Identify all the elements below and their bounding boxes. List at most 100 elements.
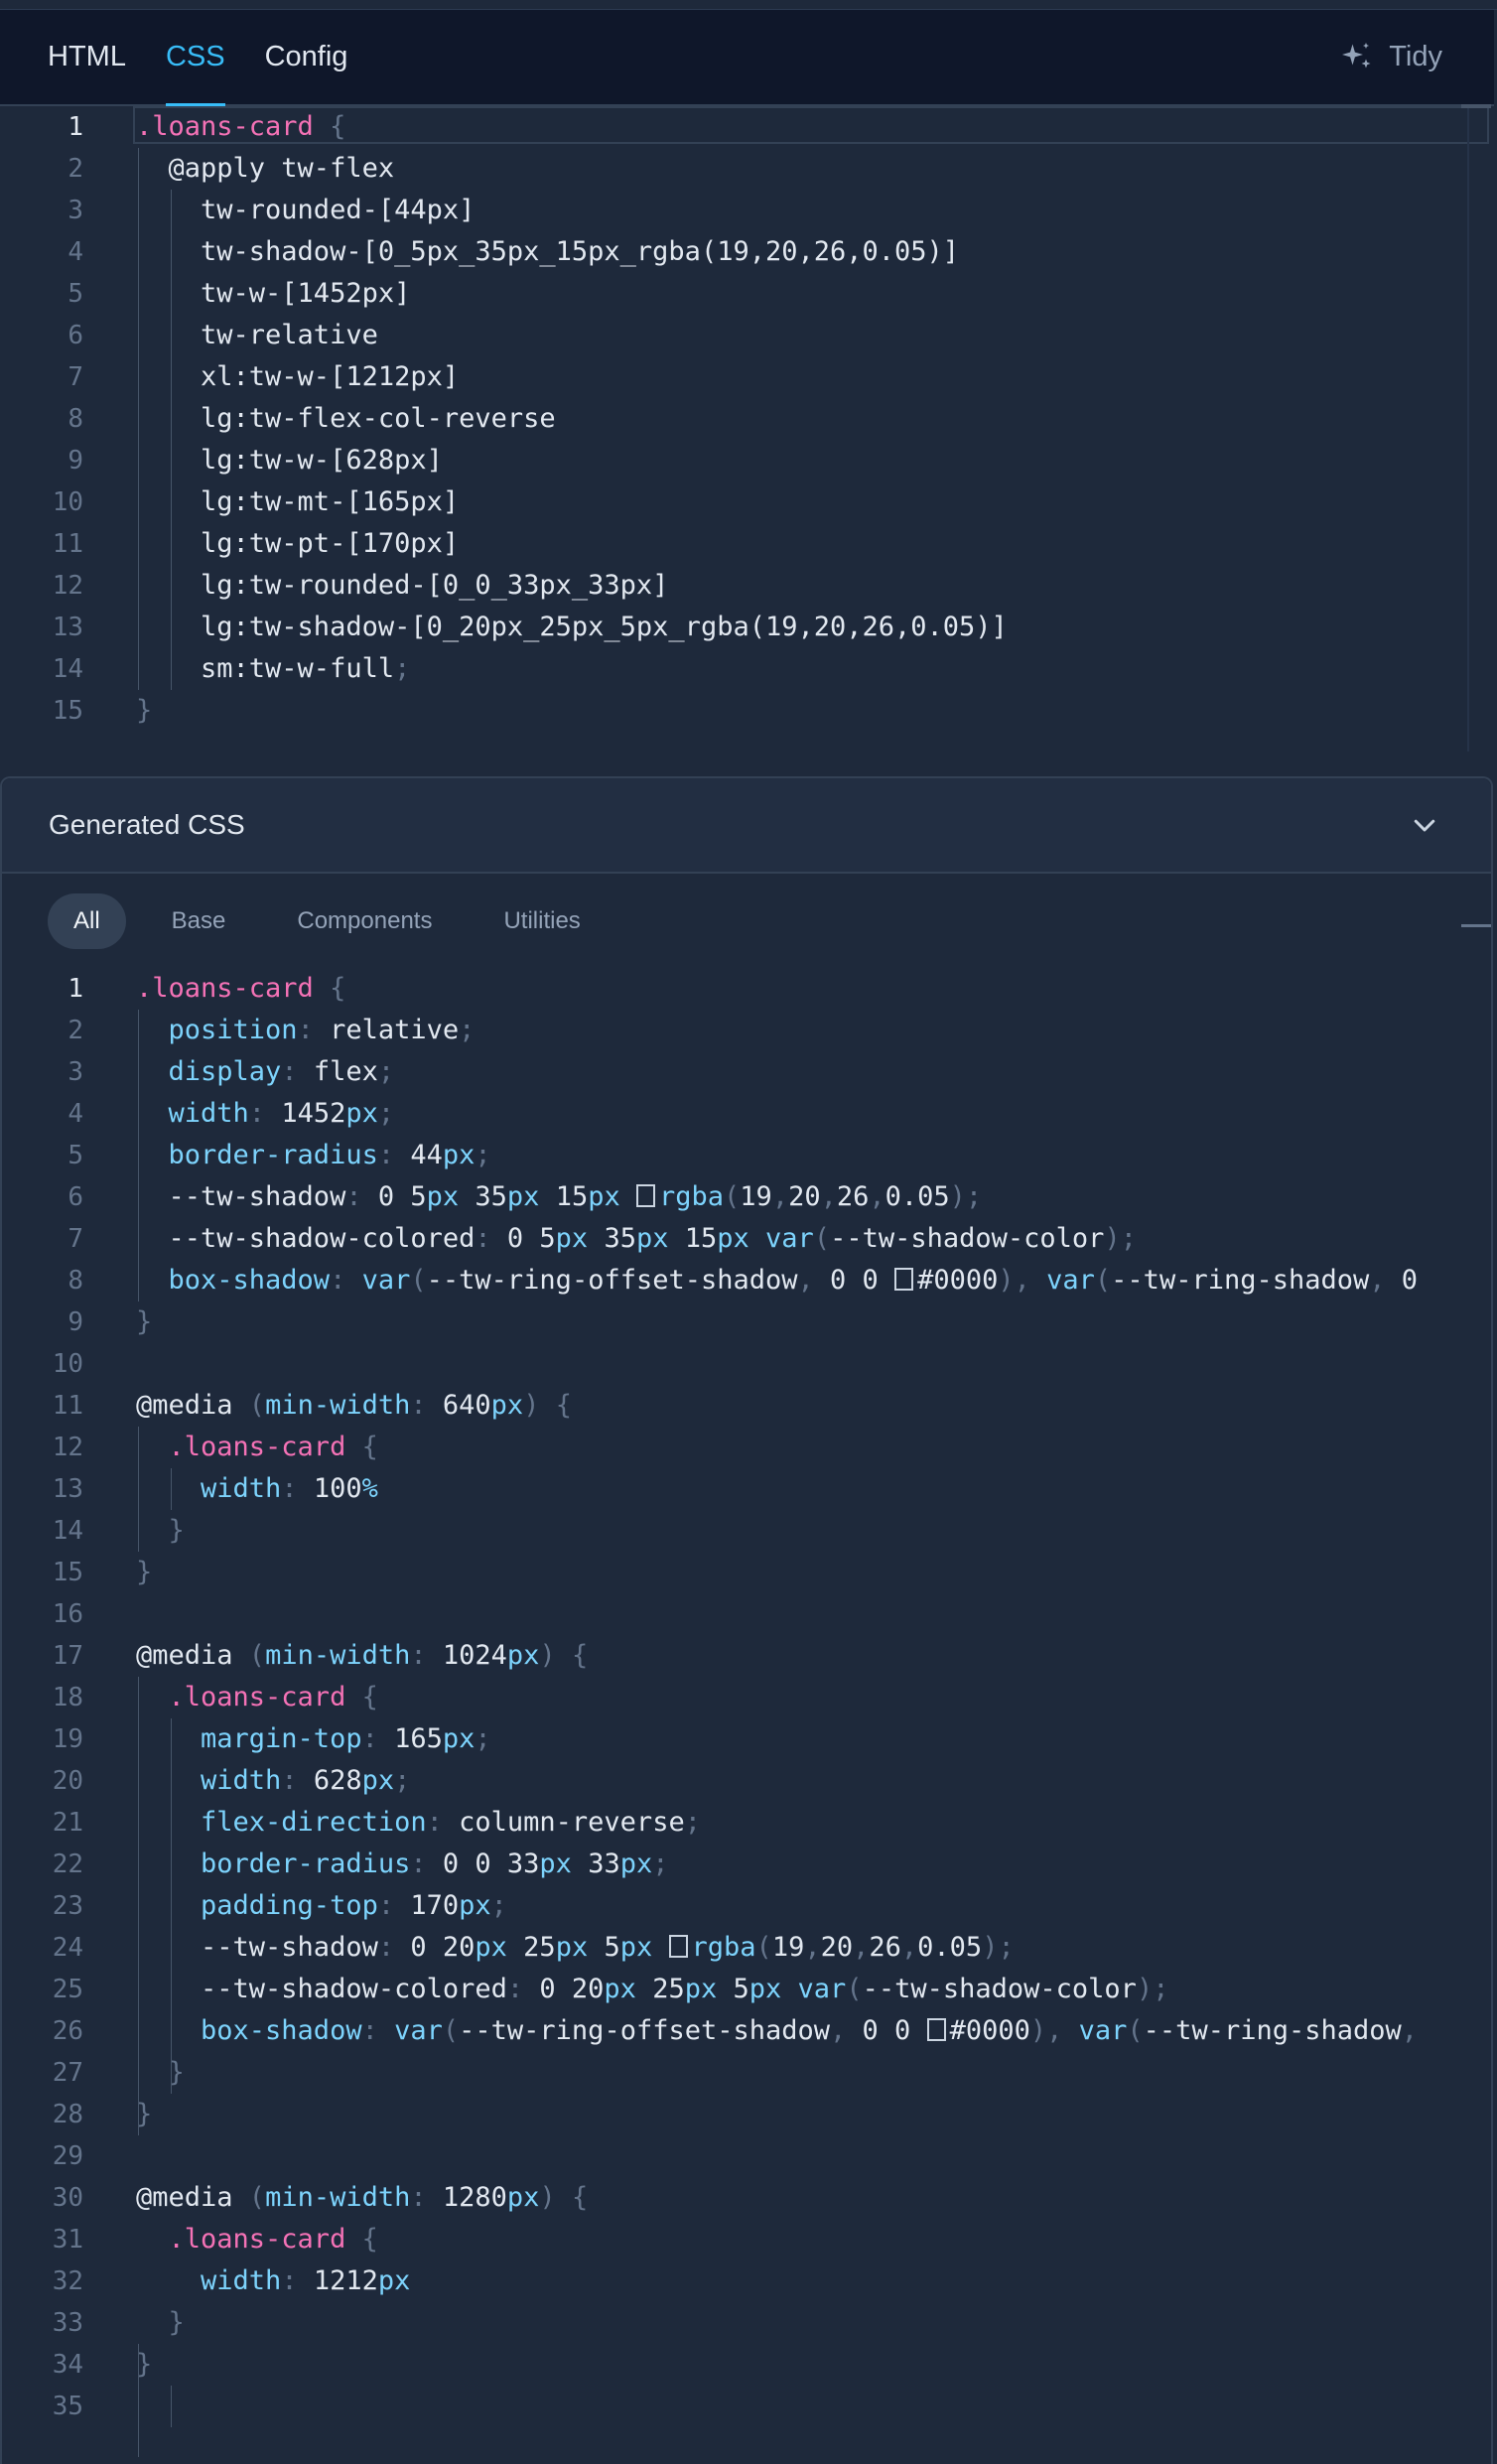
code-text: }: [136, 1552, 152, 1593]
code-token: (: [442, 2015, 460, 2046]
code-token: px: [635, 1223, 685, 1254]
generated-scroll-thumb[interactable]: [1461, 924, 1491, 927]
code-token: (: [724, 1181, 741, 1212]
code-token: box-shadow: [136, 1265, 331, 1296]
tab-html[interactable]: HTML: [48, 10, 126, 104]
code-token: }: [136, 1306, 153, 1337]
color-swatch-icon[interactable]: [926, 2018, 946, 2041]
color-swatch-icon[interactable]: [894, 1268, 914, 1291]
code-text: box-shadow: var(--tw-ring-offset-shadow,…: [136, 1260, 1419, 1301]
code-line: 11 @media (min-width: 640px) {: [0, 1385, 1469, 1427]
code-token: sm:tw-w-full: [136, 653, 395, 684]
code-token: px: [555, 1932, 605, 1963]
line-number: 11: [52, 529, 83, 559]
code-text: tw-relative: [136, 315, 378, 356]
line-number: 2: [68, 1016, 83, 1045]
code-text: .loans-card {: [136, 968, 345, 1010]
sparkles-icon: [1342, 42, 1371, 68]
code-line: 10 lg:tw-mt-[165px]: [0, 481, 1469, 523]
code-text: @media (min-width: 1024px) {: [136, 1635, 588, 1677]
line-number: 25: [52, 1975, 83, 2004]
code-token: lg:tw-shadow-[0_20px_25px_5px_rgba(19,20…: [136, 612, 1008, 642]
code-token: :: [506, 1974, 540, 2004]
chevron-down-icon[interactable]: [1410, 810, 1439, 840]
tab-css[interactable]: CSS: [165, 10, 225, 106]
indent-guide: [138, 1010, 139, 1301]
code-token: var: [797, 1974, 847, 2004]
line-number: 14: [52, 1516, 83, 1546]
filter-utilities[interactable]: Utilities: [477, 893, 606, 949]
code-token: px: [459, 1890, 491, 1921]
code-token: 0.05: [885, 1181, 950, 1212]
code-line: 1 .loans-card {: [0, 968, 1469, 1010]
code-token: 19: [740, 1181, 772, 1212]
css-source-editor[interactable]: 1 .loans-card {2 @apply tw-flex 3 tw-round…: [0, 106, 1469, 752]
code-line: 15}: [0, 690, 1469, 732]
code-token: .loans-card: [136, 2224, 346, 2255]
code-token: border-radius: [136, 1848, 411, 1879]
code-token: (: [1127, 2015, 1144, 2046]
code-token: #0000: [917, 1265, 999, 1296]
code-token: .loans-card: [136, 973, 314, 1004]
generated-css-header[interactable]: Generated CSS: [2, 778, 1491, 874]
code-token: 0 0: [830, 1265, 895, 1296]
code-token: px: [604, 1974, 653, 2004]
code-token: 640: [442, 1390, 491, 1421]
code-text: position: relative;: [136, 1010, 476, 1051]
line-number: 7: [68, 362, 83, 392]
filter-components[interactable]: Components: [271, 893, 458, 949]
code-token: var: [394, 2015, 443, 2046]
code-token: (: [248, 2182, 266, 2213]
code-text: width: 100%: [136, 1468, 378, 1510]
code-token: 20: [820, 1932, 854, 1963]
tab-config[interactable]: Config: [265, 10, 348, 104]
code-line: 13 width: 100%: [0, 1468, 1469, 1510]
code-text: --tw-shadow: 0 5px 35px 15px rgba(19,20,…: [136, 1176, 983, 1218]
code-line: 2 @apply tw-flex: [0, 148, 1469, 190]
filter-all[interactable]: All: [48, 893, 126, 949]
indent-guide: [138, 1427, 139, 1552]
code-line: 21 flex-direction: column-reverse;: [0, 1802, 1469, 1844]
code-token: px: [555, 1223, 605, 1254]
code-line: 24 --tw-shadow: 0 20px 25px 5px rgba(19,…: [0, 1927, 1469, 1969]
code-text: padding-top: 170px;: [136, 1885, 507, 1927]
line-number: 20: [52, 1766, 83, 1796]
code-token: lg:tw-w-[628px]: [136, 445, 443, 476]
code-token: width: [136, 1473, 282, 1504]
code-text: flex-direction: column-reverse;: [136, 1802, 701, 1844]
line-number: 2: [68, 154, 83, 184]
code-token: ,: [853, 1932, 870, 1963]
line-number: 9: [68, 446, 83, 476]
code-token: tw-w-[1452px]: [136, 278, 411, 309]
filter-base[interactable]: Base: [146, 893, 252, 949]
code-token: --tw-shadow-color: [830, 1223, 1105, 1254]
tidy-button[interactable]: Tidy: [1339, 10, 1442, 104]
code-text: --tw-shadow-colored: 0 20px 25px 5px var…: [136, 1969, 1168, 2010]
code-token: %: [361, 1473, 378, 1504]
code-token: tw-rounded-[44px]: [136, 195, 476, 225]
code-token: ) {: [523, 1390, 572, 1421]
code-text: }: [136, 1301, 152, 1343]
code-text: width: 1452px;: [136, 1093, 395, 1135]
code-token: }: [136, 695, 153, 726]
code-text: width: 1212px: [136, 2260, 410, 2302]
code-token: #0000: [949, 2015, 1030, 2046]
code-text: .loans-card {: [136, 1677, 378, 1718]
code-text: tw-rounded-[44px]: [136, 190, 475, 231]
color-swatch-icon[interactable]: [636, 1184, 655, 1207]
code-token: :: [410, 1390, 443, 1421]
code-text: xl:tw-w-[1212px]: [136, 356, 459, 398]
code-token: display: [136, 1056, 282, 1087]
code-text: border-radius: 44px;: [136, 1135, 491, 1176]
code-token: @apply tw-flex: [136, 153, 395, 184]
code-token: flex-direction: [136, 1807, 427, 1838]
code-token: 628: [313, 1765, 362, 1796]
color-swatch-icon[interactable]: [668, 1935, 688, 1958]
code-token: :: [297, 1015, 331, 1045]
code-text: box-shadow: var(--tw-ring-offset-shadow,…: [136, 2010, 1418, 2052]
code-token: (: [1094, 1265, 1112, 1296]
code-text: margin-top: 165px;: [136, 1718, 491, 1760]
code-text: }: [136, 2052, 185, 2094]
code-token: px: [684, 1974, 734, 2004]
code-token: (: [755, 1932, 772, 1963]
